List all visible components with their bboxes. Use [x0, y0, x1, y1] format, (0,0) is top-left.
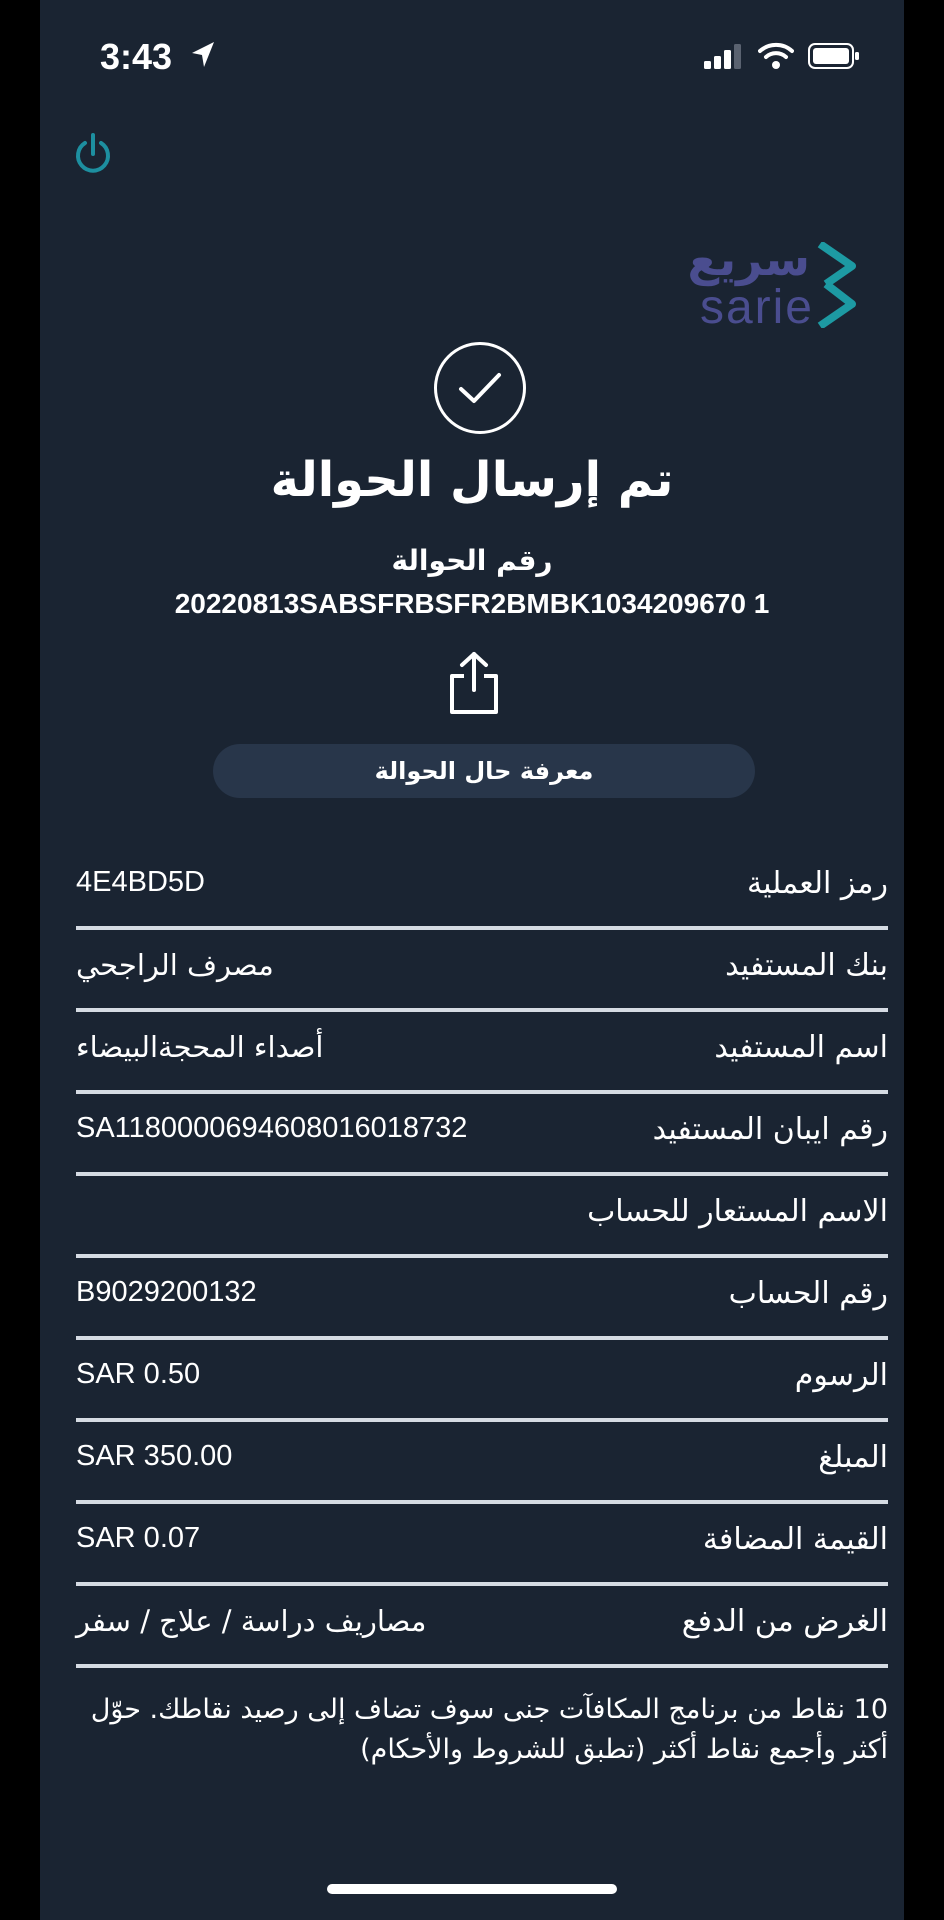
detail-label: بنك المستفيد: [725, 948, 888, 983]
detail-label: رقم ايبان المستفيد: [652, 1112, 888, 1147]
logo-latin-text: sarie: [699, 281, 814, 334]
detail-row-beneficiary-bank: بنك المستفيد مصرف الراجحي: [76, 930, 888, 1012]
detail-value: B9029200132: [76, 1276, 257, 1308]
detail-row-account-number: رقم الحساب B9029200132: [76, 1258, 888, 1340]
detail-value: مصاريف دراسة / علاج / سفر: [76, 1604, 427, 1638]
battery-icon: [808, 43, 860, 73]
transfer-status-button[interactable]: معرفة حال الحوالة: [213, 744, 755, 798]
power-icon[interactable]: [70, 132, 116, 178]
detail-label: الاسم المستعار للحساب: [587, 1194, 888, 1229]
detail-label: الرسوم: [794, 1358, 888, 1393]
wifi-icon: [758, 42, 794, 74]
detail-label: اسم المستفيد: [714, 1030, 888, 1065]
detail-row-beneficiary-name: اسم المستفيد أصداء المحجةالبيضاء: [76, 1012, 888, 1094]
reference-number: 20220813SABSFRBSFR2BMBK1034209670 1: [174, 588, 770, 619]
transfer-details: رمز العملية 4E4BD5D بنك المستفيد مصرف ال…: [76, 848, 888, 1668]
detail-label: المبلغ: [818, 1440, 888, 1475]
logo-arabic-text: سريع: [687, 232, 810, 286]
detail-row-vat: القيمة المضافة SAR 0.07: [76, 1504, 888, 1586]
detail-value: 4E4BD5D: [76, 866, 205, 898]
detail-row-operation-code: رمز العملية 4E4BD5D: [76, 848, 888, 930]
status-bar: 3:43: [40, 0, 904, 112]
logo-mark-icon: [817, 242, 856, 328]
location-arrow-icon: [190, 40, 216, 74]
detail-label: رقم الحساب: [728, 1276, 888, 1311]
app-screen: 3:43 سريع sarie تم إرسال الحوالة رقم الح…: [40, 0, 904, 1920]
detail-value: SAR 350.00: [76, 1440, 233, 1472]
detail-label: الغرض من الدفع: [681, 1604, 888, 1639]
detail-row-payment-purpose: الغرض من الدفع مصاريف دراسة / علاج / سفر: [76, 1586, 888, 1668]
status-time: 3:43: [100, 36, 173, 77]
checkmark-icon: [434, 342, 526, 434]
page-title: تم إرسال الحوالة: [270, 452, 674, 508]
detail-value: مصرف الراجحي: [76, 948, 274, 982]
share-icon[interactable]: [446, 650, 502, 716]
detail-value: SAR 0.50: [76, 1358, 201, 1390]
reference-label: رقم الحوالة: [391, 544, 553, 577]
detail-row-beneficiary-iban: رقم ايبان المستفيد SA1180000694608016018…: [76, 1094, 888, 1176]
home-indicator: [327, 1884, 617, 1894]
detail-label: القيمة المضافة: [702, 1522, 888, 1557]
rewards-note: 10 نقاط من برنامج المكافآت جنى سوف تضاف …: [90, 1694, 888, 1765]
detail-row-account-alias: الاسم المستعار للحساب: [76, 1176, 888, 1258]
detail-row-fees: الرسوم SAR 0.50: [76, 1340, 888, 1422]
signal-icon: [704, 43, 744, 73]
detail-value: أصداء المحجةالبيضاء: [76, 1030, 324, 1064]
detail-value: SAR 0.07: [76, 1522, 201, 1554]
detail-value: SA1180000694608016018732: [76, 1112, 468, 1144]
detail-row-amount: المبلغ SAR 350.00: [76, 1422, 888, 1504]
sarie-logo: سريع sarie: [656, 232, 856, 336]
detail-label: رمز العملية: [746, 866, 888, 901]
